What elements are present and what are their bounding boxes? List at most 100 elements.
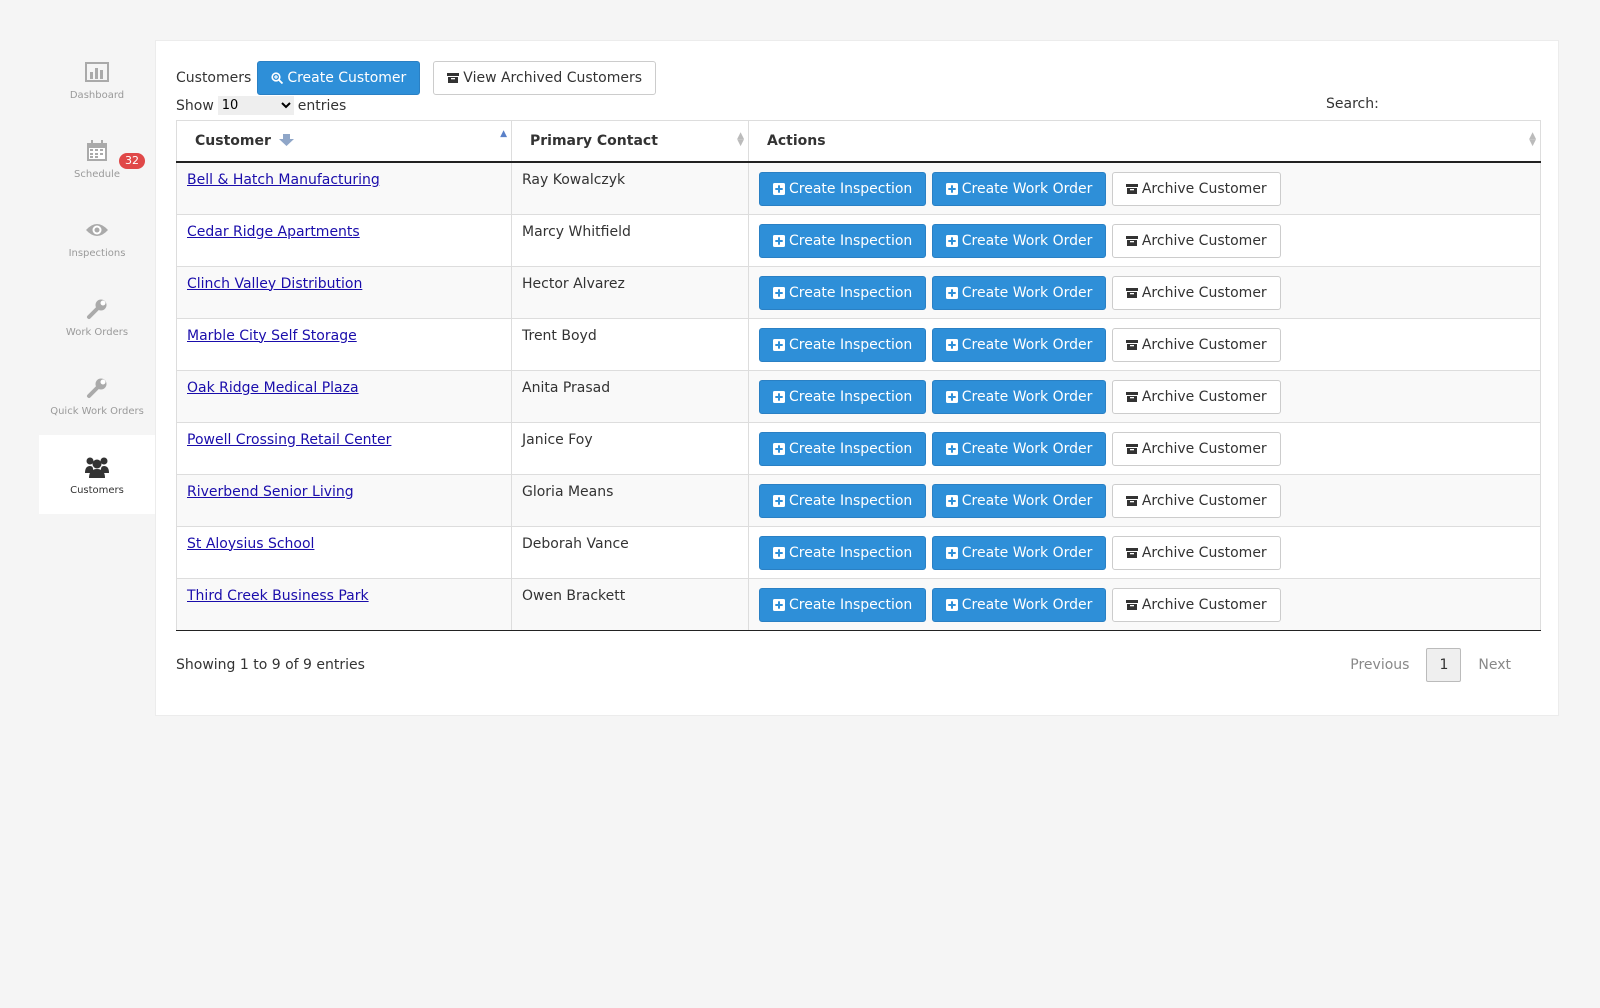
table-row: Cedar Ridge Apartments Marcy Whitfield Cre… — [176, 213, 1541, 267]
schedule-count-badge: 32 — [119, 153, 145, 169]
archive-customer-label: Archive Customer — [1141, 232, 1267, 249]
create-inspection-button[interactable]: Create Inspection — [759, 223, 927, 258]
create-work-order-button[interactable]: Create Work Order — [931, 483, 1107, 518]
create-inspection-label: Create Inspection — [789, 544, 913, 561]
create-work-order-button[interactable]: Create Work Order — [931, 275, 1107, 310]
plus-square-icon — [945, 338, 958, 351]
plus-square-icon — [773, 286, 785, 299]
plus-square-icon — [945, 234, 958, 247]
customer-cell: Powell Crossing Retail Center — [176, 421, 512, 475]
customer-link[interactable]: St Aloysius School — [187, 536, 314, 552]
create-inspection-button[interactable]: Create Inspection — [759, 379, 927, 414]
archive-customer-label: Archive Customer — [1141, 440, 1267, 457]
view-archived-label: View Archived Customers — [463, 70, 642, 86]
customer-link[interactable]: Riverbend Senior Living — [187, 484, 354, 500]
sidebar-item-quick-work-orders[interactable]: Quick Work Orders — [39, 356, 155, 435]
customer-link[interactable]: Third Creek Business Park — [187, 588, 369, 604]
create-inspection-button[interactable]: Create Inspection — [759, 535, 927, 570]
create-work-order-button[interactable]: Create Work Order — [931, 327, 1107, 362]
customer-link[interactable]: Cedar Ridge Apartments — [187, 224, 360, 240]
actions-cell: Create Inspection Create Work Order Arch… — [748, 525, 1541, 579]
customer-cell: St Aloysius School — [176, 525, 512, 579]
length-control: Show 10 entries — [176, 96, 346, 115]
plus-square-icon — [773, 546, 785, 559]
create-inspection-button[interactable]: Create Inspection — [759, 431, 927, 466]
actions-cell: Create Inspection Create Work Order Arch… — [748, 265, 1541, 319]
create-customer-button[interactable]: Create Customer — [257, 61, 421, 95]
sidebar-item-schedule[interactable]: Schedule 32 — [39, 119, 155, 198]
calendar-icon — [84, 138, 110, 164]
table-row: Third Creek Business Park Owen Brackett Cr… — [176, 577, 1541, 631]
customer-link[interactable]: Bell & Hatch Manufacturing — [187, 172, 380, 188]
archive-icon — [1125, 339, 1138, 350]
sidebar-item-label: Quick Work Orders — [50, 405, 144, 417]
archive-customer-label: Archive Customer — [1141, 336, 1267, 353]
archive-customer-button[interactable]: Archive Customer — [1111, 535, 1281, 570]
archive-customer-button[interactable]: Archive Customer — [1111, 275, 1281, 310]
create-work-order-label: Create Work Order — [961, 284, 1093, 301]
create-work-order-button[interactable]: Create Work Order — [931, 379, 1107, 414]
customer-link[interactable]: Marble City Self Storage — [187, 328, 357, 344]
create-customer-label: Create Customer — [287, 70, 407, 86]
customers-panel: Customers Create Customer View Archived … — [155, 40, 1559, 716]
column-header-customer[interactable]: Customer ▲ — [176, 120, 512, 163]
customer-cell: Riverbend Senior Living — [176, 473, 512, 527]
customer-link[interactable]: Clinch Valley Distribution — [187, 276, 362, 292]
plus-square-icon — [945, 598, 958, 611]
sidebar-item-label: Work Orders — [65, 326, 129, 338]
show-label: Show — [176, 97, 214, 114]
archive-icon — [1125, 184, 1138, 194]
sort-icon: ▲ ▼ — [1529, 131, 1536, 148]
page-1-button[interactable]: 1 — [1426, 648, 1462, 682]
create-work-order-label: Create Work Order — [961, 232, 1093, 249]
create-work-order-button[interactable]: Create Work Order — [931, 431, 1107, 466]
archive-customer-button[interactable]: Archive Customer — [1111, 431, 1281, 466]
sidebar-item-customers[interactable]: Customers — [39, 435, 155, 514]
page-length-select[interactable]: 10 — [217, 96, 294, 115]
create-inspection-button[interactable]: Create Inspection — [759, 275, 927, 310]
create-inspection-button[interactable]: Create Inspection — [759, 172, 927, 206]
sort-icon: ▲ ▼ — [737, 131, 744, 148]
create-work-order-button[interactable]: Create Work Order — [931, 172, 1107, 206]
plus-square-icon — [773, 183, 785, 195]
archive-icon — [1125, 495, 1138, 506]
sidebar-item-inspections[interactable]: Inspections — [39, 198, 155, 277]
create-work-order-label: Create Work Order — [961, 544, 1093, 561]
primary-contact-cell: Trent Boyd — [511, 317, 749, 371]
customer-cell: Clinch Valley Distribution — [176, 265, 512, 319]
pagination: Previous 1 Next — [1337, 648, 1524, 682]
archive-customer-button[interactable]: Archive Customer — [1111, 379, 1281, 414]
view-archived-button[interactable]: View Archived Customers — [433, 61, 656, 95]
archive-customer-label: Archive Customer — [1141, 388, 1267, 405]
create-inspection-button[interactable]: Create Inspection — [759, 483, 927, 518]
page-title: Customers — [176, 70, 252, 86]
archive-customer-label: Archive Customer — [1141, 181, 1267, 197]
customer-link[interactable]: Powell Crossing Retail Center — [187, 432, 391, 448]
archive-customer-button[interactable]: Archive Customer — [1111, 483, 1281, 518]
customer-cell: Cedar Ridge Apartments — [176, 213, 512, 267]
sidebar-item-work-orders[interactable]: Work Orders — [39, 277, 155, 356]
create-inspection-button[interactable]: Create Inspection — [759, 327, 927, 362]
users-icon — [84, 454, 110, 480]
create-inspection-button[interactable]: Create Inspection — [759, 587, 927, 622]
archive-customer-button[interactable]: Archive Customer — [1111, 223, 1281, 258]
column-header-label: Actions — [767, 133, 826, 149]
archive-customer-button[interactable]: Archive Customer — [1111, 587, 1281, 622]
plus-square-icon — [773, 390, 785, 403]
previous-button[interactable]: Previous — [1337, 649, 1422, 681]
archive-customer-label: Archive Customer — [1141, 544, 1267, 561]
archive-customer-button[interactable]: Archive Customer — [1111, 327, 1281, 362]
customer-link[interactable]: Oak Ridge Medical Plaza — [187, 380, 359, 396]
next-button[interactable]: Next — [1465, 649, 1524, 681]
column-header-actions[interactable]: Actions ▲ ▼ — [748, 120, 1541, 163]
create-work-order-button[interactable]: Create Work Order — [931, 587, 1107, 622]
archive-customer-button[interactable]: Archive Customer — [1111, 172, 1281, 206]
archive-icon — [1125, 287, 1138, 298]
eye-icon — [84, 217, 110, 243]
create-work-order-button[interactable]: Create Work Order — [931, 535, 1107, 570]
create-work-order-button[interactable]: Create Work Order — [931, 223, 1107, 258]
archive-icon — [1125, 547, 1138, 558]
sidebar-item-dashboard[interactable]: Dashboard — [39, 40, 155, 119]
column-header-primary-contact[interactable]: Primary Contact ▲ ▼ — [511, 120, 749, 163]
create-inspection-label: Create Inspection — [789, 232, 913, 249]
